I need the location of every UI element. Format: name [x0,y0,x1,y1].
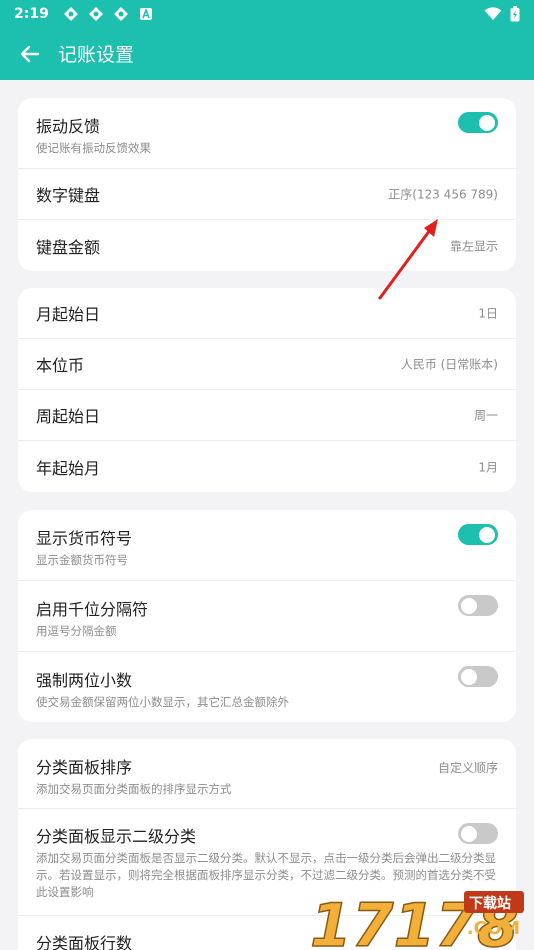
status-bar: 2:19 [0,0,534,27]
setting-description: 用逗号分隔金额 [36,624,117,638]
app-notification-icon [63,6,78,21]
setting-category-panel-sort[interactable]: 分类面板排序 添加交易页面分类面板的排序显示方式 自定义顺序 [18,739,516,809]
back-arrow-icon[interactable] [18,42,42,66]
setting-label: 键盘金额 [36,237,101,257]
status-time: 2:19 [14,5,49,22]
setting-value: 1日 [478,306,498,321]
wifi-icon [484,6,502,20]
watermark-badge: 下载站 [469,896,511,912]
setting-label: 年起始月 [36,458,101,478]
toggle-knob [461,825,477,842]
setting-number-keyboard[interactable]: 数字键盘 正序(123 456 789) [18,169,516,220]
thousands-separator-toggle[interactable] [458,595,498,616]
subcategory-toggle[interactable] [458,823,498,844]
app-bar: 记账设置 [0,27,534,80]
page-title: 记账设置 [58,44,135,66]
setting-value: 靠左显示 [449,239,498,253]
setting-label: 数字键盘 [36,186,101,205]
setting-month-start-day[interactable]: 月起始日 1日 [18,288,516,339]
setting-label: 振动反馈 [36,117,101,136]
settings-card-input: 振动反馈 使记账有振动反馈效果 数字键盘 正序(123 456 789) 键盘金… [18,98,516,271]
setting-base-currency[interactable]: 本位币 人民币 (日常账本) [18,339,516,390]
setting-description: 使记账有振动反馈效果 [36,141,151,155]
watermark-domain: .COM [466,918,520,939]
app-notification-icon [88,6,103,21]
settings-card-period: 月起始日 1日 本位币 人民币 (日常账本) 周起始日 周一 年起始月 1月 [18,288,516,492]
app-notification-icon [113,6,128,21]
setting-description: 显示金额货币符号 [36,553,128,567]
two-decimals-toggle[interactable] [458,666,498,687]
vibration-toggle[interactable] [458,112,498,133]
setting-label: 强制两位小数 [36,671,133,690]
setting-value: 正序(123 456 789) [388,187,498,202]
battery-icon [510,5,520,21]
toggle-knob [479,526,495,543]
watermark-logo: 17178 下载站 .COM [304,890,534,950]
currency-symbol-toggle[interactable] [458,524,498,545]
setting-force-two-decimals[interactable]: 强制两位小数 使交易金额保留两位小数显示，其它汇总金额除外 [18,652,516,722]
setting-label: 分类面板显示二级分类 [36,827,197,846]
toggle-knob [479,114,495,131]
settings-card-display: 显示货币符号 显示金额货币符号 启用千位分隔符 用逗号分隔金额 强制两位小数 使… [18,510,516,722]
setting-label: 本位币 [36,356,85,375]
setting-label: 周起始日 [36,407,101,426]
setting-value: 自定义顺序 [437,761,498,775]
setting-vibration-feedback[interactable]: 振动反馈 使记账有振动反馈效果 [18,98,516,169]
setting-keyboard-amount[interactable]: 键盘金额 靠左显示 [18,220,516,271]
setting-value: 1月 [478,460,498,474]
setting-value: 人民币 (日常账本) [400,357,498,372]
toggle-knob [461,597,477,614]
setting-label: 显示货币符号 [36,529,133,548]
toggle-knob [461,668,477,685]
setting-label: 启用千位分隔符 [36,600,149,619]
setting-label: 分类面板排序 [36,758,133,777]
setting-thousands-separator[interactable]: 启用千位分隔符 用逗号分隔金额 [18,581,516,652]
setting-label: 月起始日 [36,305,101,324]
setting-value: 周一 [473,408,498,423]
setting-year-start-month[interactable]: 年起始月 1月 [18,441,516,492]
setting-week-start-day[interactable]: 周起始日 周一 [18,390,516,441]
setting-description: 使交易金额保留两位小数显示，其它汇总金额除外 [36,695,289,709]
font-a-icon [139,7,152,20]
setting-show-currency-symbol[interactable]: 显示货币符号 显示金额货币符号 [18,510,516,581]
setting-description: 添加交易页面分类面板的排序显示方式 [36,782,232,796]
